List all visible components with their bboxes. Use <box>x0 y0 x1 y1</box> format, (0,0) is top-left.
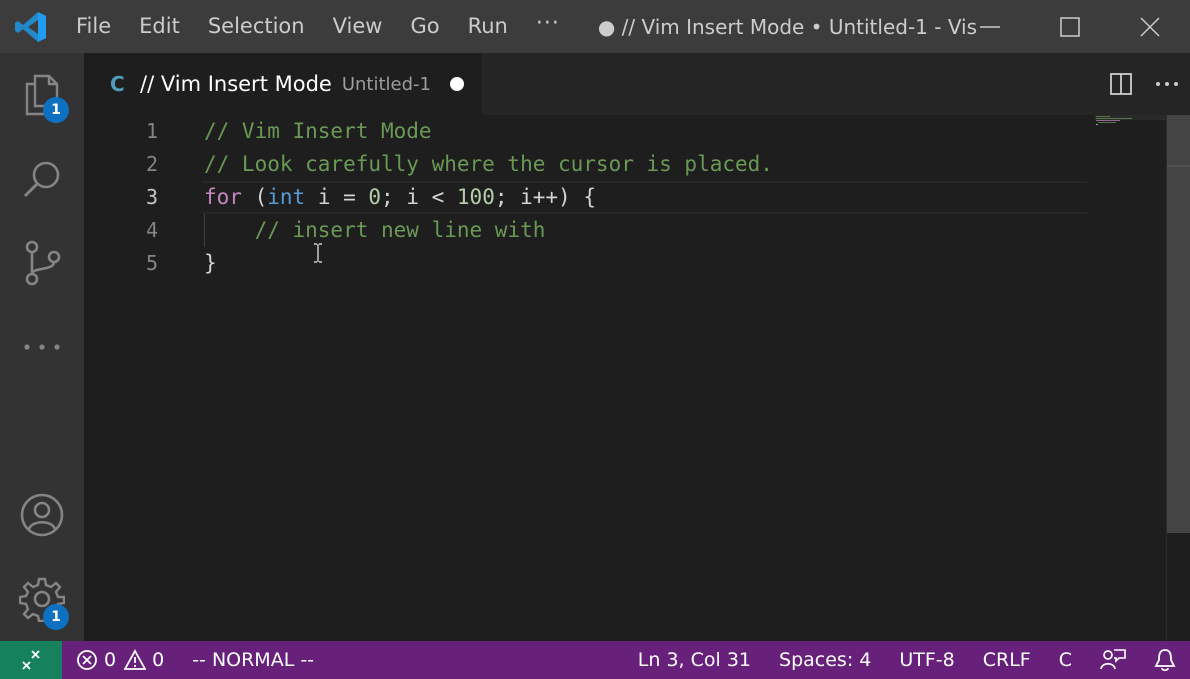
remote-button[interactable] <box>0 641 62 679</box>
code-text[interactable]: for (int i = 0; i < 100; i++) { <box>204 181 596 214</box>
explorer-button[interactable]: 1 <box>0 53 84 137</box>
scrollbar-thumb[interactable] <box>1167 115 1190 533</box>
menu-file[interactable]: File <box>62 0 125 53</box>
code-editor[interactable]: 1 // Vim Insert Mode 2 // Look carefully… <box>84 115 1190 641</box>
split-editor-icon <box>1110 73 1132 95</box>
line-number: 5 <box>145 251 158 275</box>
editor-actions <box>1098 53 1190 115</box>
menu-edit[interactable]: Edit <box>125 0 194 53</box>
code-token: 100 <box>456 185 495 209</box>
line-ending[interactable]: CRLF <box>969 641 1045 679</box>
error-count: 0 <box>104 649 117 671</box>
tab-bar: C // Vim Insert Mode Untitled-1 <box>84 53 1190 115</box>
tab-title: // Vim Insert Mode <box>140 72 332 96</box>
ellipsis-icon <box>24 344 60 350</box>
vim-mode: -- NORMAL -- <box>192 649 315 671</box>
more-views-button[interactable] <box>0 305 84 389</box>
tab-description: Untitled-1 <box>341 73 431 95</box>
account-icon <box>20 493 64 537</box>
code-token: } <box>204 251 217 275</box>
ellipsis-icon <box>1156 82 1178 86</box>
vertical-scrollbar[interactable] <box>1166 115 1190 641</box>
code-line[interactable]: 4 // insert new line with <box>84 214 1087 247</box>
unsaved-dot-icon[interactable] <box>450 77 464 91</box>
line-number: 4 <box>145 218 158 242</box>
settings-badge: 1 <box>43 604 69 630</box>
feedback-button[interactable] <box>1086 641 1140 679</box>
status-bar: 0 0 -- NORMAL -- Ln 3, Col 31 Spaces: 4 … <box>0 641 1190 679</box>
error-icon <box>77 650 97 670</box>
title-bar: File Edit Selection View Go Run ··· ● //… <box>0 0 1190 53</box>
code-token: ; i < <box>381 185 457 209</box>
code-token: i = <box>305 185 369 209</box>
activity-bar: 1 1 <box>0 53 84 641</box>
feedback-icon <box>1100 649 1126 670</box>
accounts-button[interactable] <box>0 473 84 557</box>
maximize-icon <box>1060 16 1080 37</box>
close-icon <box>1140 16 1160 37</box>
warning-count: 0 <box>152 649 165 671</box>
code-line[interactable]: 1 // Vim Insert Mode <box>84 115 1087 148</box>
code-line[interactable]: 3 for (int i = 0; i < 100; i++) { <box>84 181 1087 214</box>
bell-icon <box>1154 649 1176 672</box>
line-number: 2 <box>145 152 158 176</box>
source-control-icon <box>25 240 61 286</box>
minimap[interactable] <box>1094 115 1166 641</box>
menu-run[interactable]: Run <box>454 0 522 53</box>
menu-more-button[interactable]: ··· <box>522 0 574 53</box>
window-title: ● // Vim Insert Mode • Untitled-1 - Vis.… <box>597 14 978 39</box>
code-text[interactable]: // Look carefully where the cursor is pl… <box>204 148 773 181</box>
indentation[interactable]: Spaces: 4 <box>765 641 885 679</box>
minimize-button[interactable] <box>950 0 1030 53</box>
maximize-button[interactable] <box>1030 0 1110 53</box>
search-icon <box>23 161 60 198</box>
code-token: // Look carefully where the cursor is pl… <box>204 152 773 176</box>
text-cursor-icon <box>314 243 322 263</box>
encoding[interactable]: UTF-8 <box>885 641 968 679</box>
split-editor-button[interactable] <box>1098 53 1144 115</box>
status-bar-right: Ln 3, Col 31 Spaces: 4 UTF-8 CRLF C <box>624 641 1190 679</box>
search-button[interactable] <box>0 137 84 221</box>
code-line[interactable]: 5 } <box>84 247 1087 280</box>
code-token: int <box>267 185 306 209</box>
code-token: // insert new line with <box>254 218 546 242</box>
language-mode[interactable]: C <box>1045 641 1086 679</box>
menu-selection[interactable]: Selection <box>194 0 319 53</box>
manage-button[interactable]: 1 <box>0 557 84 641</box>
cursor-position[interactable]: Ln 3, Col 31 <box>624 641 765 679</box>
code-token: 0 <box>368 185 382 209</box>
notifications-button[interactable] <box>1140 641 1190 679</box>
window-controls <box>950 0 1190 53</box>
menu-go[interactable]: Go <box>396 0 453 53</box>
line-number: 1 <box>145 119 158 143</box>
c-language-icon: C <box>110 72 125 96</box>
code-text[interactable]: // Vim Insert Mode <box>204 115 432 148</box>
more-actions-button[interactable] <box>1144 53 1190 115</box>
vscode-logo-icon <box>0 0 62 53</box>
line-number: 3 <box>145 185 158 209</box>
code-line[interactable]: 2 // Look carefully where the cursor is … <box>84 148 1087 181</box>
code-token: // Vim Insert Mode <box>204 119 432 143</box>
editor-tab[interactable]: C // Vim Insert Mode Untitled-1 <box>84 53 482 115</box>
code-text[interactable]: } <box>204 247 217 280</box>
warning-icon <box>124 649 147 670</box>
minimize-icon <box>980 25 1000 28</box>
code-token: for <box>204 185 242 209</box>
code-text[interactable]: // insert new line with <box>204 214 546 247</box>
source-control-button[interactable] <box>0 221 84 305</box>
menu-view[interactable]: View <box>319 0 397 53</box>
menu-bar: File Edit Selection View Go Run ··· <box>62 0 574 53</box>
explorer-badge: 1 <box>43 97 69 123</box>
close-button[interactable] <box>1110 0 1190 53</box>
code-token: ( <box>241 185 268 209</box>
remote-icon <box>22 650 40 670</box>
problems-button[interactable]: 0 0 <box>62 641 178 679</box>
code-token: ; i++) { <box>494 185 596 209</box>
